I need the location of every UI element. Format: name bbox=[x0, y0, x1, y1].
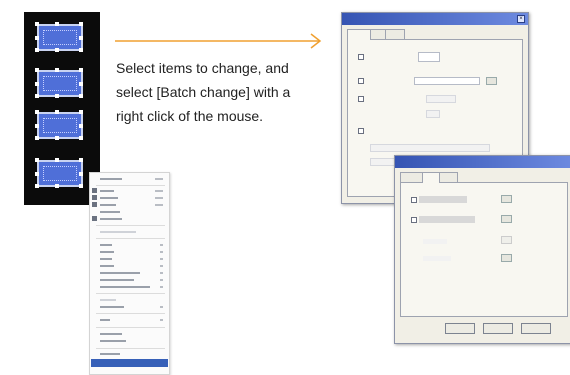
menu-item[interactable] bbox=[92, 195, 167, 201]
option-label bbox=[423, 239, 447, 244]
right-arrow-icon bbox=[115, 33, 322, 49]
menu-item[interactable] bbox=[92, 188, 167, 194]
context-menu bbox=[89, 172, 170, 375]
menu-item[interactable] bbox=[92, 242, 167, 248]
menu-item[interactable] bbox=[92, 297, 167, 303]
menu-item[interactable] bbox=[92, 256, 167, 262]
menu-item[interactable] bbox=[92, 270, 167, 276]
tab-2[interactable] bbox=[422, 172, 440, 183]
dialog-panel bbox=[400, 182, 568, 317]
menu-item[interactable] bbox=[92, 331, 167, 337]
checkbox[interactable] bbox=[358, 96, 364, 102]
menu-item[interactable] bbox=[92, 229, 167, 235]
option-label bbox=[419, 216, 475, 223]
menu-item[interactable] bbox=[92, 249, 167, 255]
menu-item[interactable] bbox=[92, 263, 167, 269]
instruction-text: Select items to change, and select [Batc… bbox=[116, 56, 316, 128]
batch-change-dialog-fill bbox=[394, 155, 570, 344]
menu-item[interactable] bbox=[92, 351, 167, 357]
tab-1[interactable] bbox=[347, 29, 371, 40]
color-button[interactable] bbox=[501, 215, 512, 223]
menu-item[interactable] bbox=[92, 304, 167, 310]
checkbox[interactable] bbox=[358, 54, 364, 60]
ok-button[interactable] bbox=[445, 323, 475, 334]
instruction-line: right click of the mouse. bbox=[116, 108, 264, 124]
menu-item[interactable] bbox=[92, 216, 167, 222]
checkbox[interactable] bbox=[411, 217, 417, 223]
instruction-line: select [Batch change] with a bbox=[116, 84, 291, 100]
color-button[interactable] bbox=[501, 236, 512, 244]
menu-item[interactable] bbox=[92, 209, 167, 215]
menu-item[interactable] bbox=[92, 202, 167, 208]
checkbox[interactable] bbox=[358, 78, 364, 84]
tab-3[interactable] bbox=[385, 29, 405, 39]
menu-item[interactable] bbox=[92, 317, 167, 323]
checkbox[interactable] bbox=[411, 197, 417, 203]
selected-item[interactable] bbox=[35, 22, 83, 51]
value-field[interactable] bbox=[414, 77, 480, 85]
menu-item[interactable] bbox=[92, 284, 167, 290]
value-field[interactable] bbox=[370, 144, 490, 152]
value-field[interactable] bbox=[418, 52, 440, 62]
close-icon[interactable]: × bbox=[517, 15, 525, 23]
dialog-titlebar: × bbox=[342, 13, 528, 25]
menu-item[interactable] bbox=[92, 176, 167, 182]
dialog-titlebar bbox=[395, 156, 570, 168]
menu-item[interactable] bbox=[92, 277, 167, 283]
selected-item[interactable] bbox=[35, 110, 83, 139]
tab-3[interactable] bbox=[438, 172, 458, 182]
help-button[interactable] bbox=[521, 323, 551, 334]
menu-item[interactable] bbox=[92, 338, 167, 344]
option-label bbox=[419, 196, 467, 203]
checkbox[interactable] bbox=[358, 128, 364, 134]
picker-button[interactable] bbox=[486, 77, 497, 85]
value-field[interactable] bbox=[426, 110, 440, 118]
selected-item[interactable] bbox=[35, 68, 83, 97]
value-field[interactable] bbox=[426, 95, 456, 103]
cancel-button[interactable] bbox=[483, 323, 513, 334]
selected-item[interactable] bbox=[35, 158, 83, 187]
option-label bbox=[423, 256, 451, 261]
tab-1[interactable] bbox=[400, 172, 424, 182]
color-button[interactable] bbox=[501, 195, 512, 203]
instruction-line: Select items to change, and bbox=[116, 60, 289, 76]
color-button[interactable] bbox=[501, 254, 512, 262]
menu-item-batch-change[interactable] bbox=[91, 359, 168, 367]
